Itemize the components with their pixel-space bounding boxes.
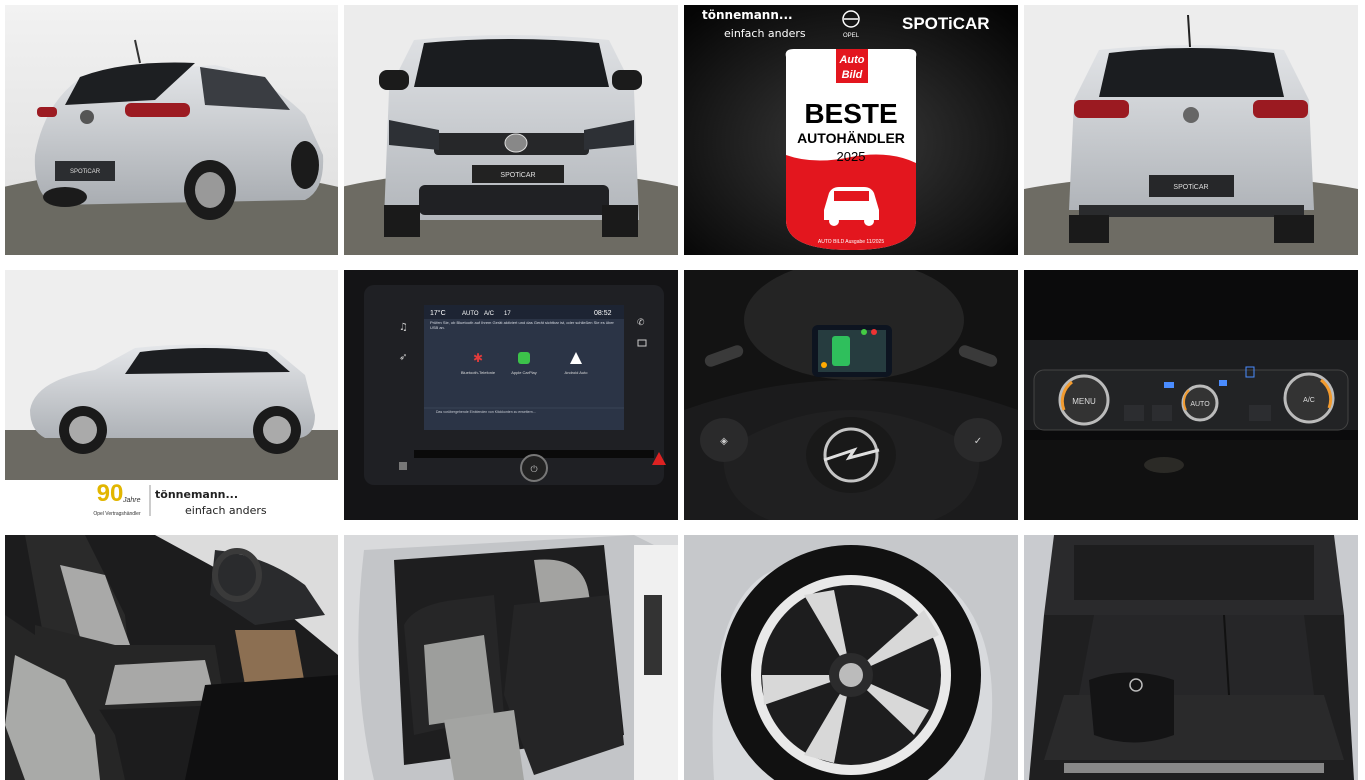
photo-gallery: SPOTiCAR SPOTiCAR tönnemann... einfach a…: [0, 0, 1365, 780]
cruise-control-icon: ◈: [720, 436, 728, 447]
dealer-slogan: einfach anders: [185, 504, 267, 517]
photo-front[interactable]: SPOTiCAR: [344, 5, 678, 255]
award-subtitle: AUTOHÄNDLER: [797, 130, 905, 146]
auto-bild-bild: Bild: [842, 69, 863, 81]
award-year: 2025: [837, 149, 866, 164]
spoticar-logo: SPOTiCAR: [902, 14, 990, 33]
center-knob-label: AUTO: [1190, 401, 1210, 408]
indicator-led: [1219, 380, 1227, 386]
anniversary-caption: Opel Vertragshändler: [93, 511, 141, 517]
photo-trunk[interactable]: [1024, 535, 1358, 780]
right-knob-label: A/C: [1303, 397, 1315, 404]
screen-mode: AUTO: [462, 311, 479, 317]
climate-controls-image: MENU AUTO A/C: [1024, 270, 1358, 520]
anniversary-number: 90: [97, 480, 124, 507]
screen-temperature: 17°C: [430, 309, 446, 317]
center-fan-knob[interactable]: AUTO: [1181, 384, 1219, 422]
opel-hub-logo: [839, 663, 863, 687]
wheel-image: [684, 535, 1018, 780]
volume-control-icon: ✓: [974, 436, 982, 447]
defrost-rear-button[interactable]: [1152, 405, 1172, 421]
indicator-led: [1164, 382, 1174, 388]
left-temperature-knob[interactable]: MENU: [1058, 374, 1110, 426]
dealer-slogan: einfach anders: [724, 27, 806, 40]
steering-wheel-image: ◈ ✓: [684, 270, 1018, 520]
power-icon: ⏻: [530, 464, 537, 475]
navigation-icon[interactable]: ➶: [399, 352, 407, 363]
award-title: BESTE: [804, 98, 897, 129]
anniversary-word: Jahre: [122, 497, 141, 504]
license-plate: SPOTiCAR: [1173, 184, 1208, 191]
photo-infotainment[interactable]: 17°C AUTO A/C 17 08:52 Prüfen Sie, ob Bl…: [344, 270, 678, 520]
right-wheel-controls[interactable]: ✓: [954, 418, 1002, 462]
phone-icon[interactable]: ✆: [637, 318, 645, 328]
opel-wordmark: OPEL: [843, 33, 860, 39]
android-auto-label: Android Auto: [565, 370, 589, 375]
trunk-image: [1024, 535, 1358, 780]
side-profile-image: 90 Jahre Opel Vertragshändler tönnemann.…: [5, 270, 338, 520]
license-plate: SPOTiCAR: [500, 172, 535, 179]
award-image: tönnemann... einfach anders OPEL SPOTiCA…: [684, 5, 1018, 255]
bluetooth-icon: ✱: [473, 351, 483, 365]
photo-front-seats[interactable]: [5, 535, 338, 780]
photo-rear-three-quarter[interactable]: SPOTiCAR: [5, 5, 338, 255]
bluetooth-label: Bluetooth-Telefonie: [461, 370, 496, 375]
photo-steering-wheel[interactable]: ◈ ✓: [684, 270, 1018, 520]
front-seats-image: [5, 535, 338, 780]
screen-footer: Das vorübergehende Einblenden von Klickk…: [436, 410, 536, 414]
rear-image: SPOTiCAR: [1024, 5, 1358, 255]
tire-repair-kit: [1089, 672, 1174, 743]
carplay-label: Apple CarPlay: [511, 370, 537, 375]
dealer-name: tönnemann...: [702, 8, 793, 22]
right-temperature-knob[interactable]: A/C: [1283, 372, 1335, 424]
left-wheel-controls[interactable]: ◈: [700, 418, 748, 462]
recirculation-button[interactable]: [1249, 405, 1271, 421]
front-image: SPOTiCAR: [344, 5, 678, 255]
screen-message: Prüfen Sie, ob Bluetooth auf Ihrem Gerät…: [430, 320, 614, 330]
carplay-icon: [518, 352, 530, 364]
infotainment-image: 17°C AUTO A/C 17 08:52 Prüfen Sie, ob Bl…: [344, 270, 678, 520]
photo-side-profile[interactable]: 90 Jahre Opel Vertragshändler tönnemann.…: [5, 270, 338, 520]
auto-bild-auto: Auto: [838, 54, 864, 66]
left-knob-label: MENU: [1072, 397, 1096, 406]
defrost-front-button[interactable]: [1124, 405, 1144, 421]
photo-wheel[interactable]: [684, 535, 1018, 780]
dealer-name: tönnemann...: [155, 488, 238, 501]
music-icon[interactable]: ♫: [399, 322, 408, 333]
screen-fan: 17: [504, 311, 511, 317]
rear-three-quarter-image: SPOTiCAR: [5, 5, 338, 255]
photo-climate-controls[interactable]: MENU AUTO A/C: [1024, 270, 1358, 520]
home-icon[interactable]: [399, 462, 407, 470]
screen-time: 08:52: [594, 310, 612, 317]
award-badge-graphic[interactable]: tönnemann... einfach anders OPEL SPOTiCA…: [684, 5, 1018, 255]
photo-rear-seats[interactable]: [344, 535, 678, 780]
screen-ac: A/C: [484, 311, 495, 317]
license-plate: SPOTiCAR: [70, 169, 101, 175]
rear-seats-image: [344, 535, 678, 780]
award-footnote: AUTO BILD Ausgabe 11/2025: [818, 239, 884, 245]
photo-rear[interactable]: SPOTiCAR: [1024, 5, 1358, 255]
